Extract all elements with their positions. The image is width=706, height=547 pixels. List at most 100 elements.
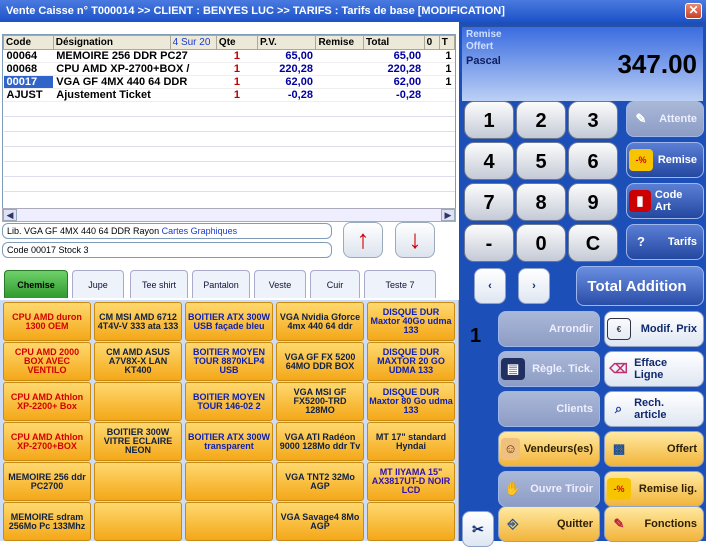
table-cell: 220,28 <box>363 62 425 76</box>
product-button[interactable]: VGA MSI GF FX5200-TRD 128MO <box>276 382 364 421</box>
product-button[interactable] <box>367 502 455 541</box>
rech-article-button[interactable]: ⌕ Rech. article <box>604 391 704 427</box>
tab-cuir[interactable]: Cuir <box>310 270 360 298</box>
arrondir-button[interactable]: Arrondir <box>498 311 600 347</box>
product-button[interactable] <box>94 502 182 541</box>
product-button[interactable]: CPU AMD 2000 BOX AVEC VENTILO <box>3 342 91 381</box>
key-1[interactable]: 1 <box>464 101 514 139</box>
product-button[interactable]: DISQUE DUR Maxtor 40Go udma 133 <box>367 302 455 341</box>
table-cell: 62,00 <box>257 75 316 89</box>
product-button[interactable]: CM MSI AMD 6712 4T4V-V 333 ata 133 <box>94 302 182 341</box>
modif-prix-button[interactable]: € Modif. Prix <box>604 311 704 347</box>
product-button[interactable] <box>185 462 273 501</box>
product-button[interactable]: VGA Savage4 8Mo AGP <box>276 502 364 541</box>
table-row[interactable]: 00017 VGA GF 4MX 440 64 DDR 1 62,00 62,00 1 <box>3 75 455 89</box>
key-2[interactable]: 2 <box>516 101 566 139</box>
fonctions-button[interactable]: ✎ Fonctions <box>604 506 704 542</box>
tools-button[interactable]: ✂ <box>462 511 494 547</box>
product-button[interactable]: DISQUE DUR MAXTOR 20 GO UDMA 133 <box>367 342 455 381</box>
product-button[interactable]: VGA Nvidia Gforce 4mx 440 64 ddr <box>276 302 364 341</box>
product-button[interactable]: MT IIYAMA 15" AX3817UT-D NOIR LCD <box>367 462 455 501</box>
product-button[interactable]: DISQUE DUR Maxtor 80 Go udma 133 <box>367 382 455 421</box>
product-button[interactable]: BOITIER ATX 300W transparent <box>185 422 273 461</box>
key-minus[interactable]: - <box>464 224 514 262</box>
regle-tick-button[interactable]: ▤ Règle. Tick. <box>498 351 600 387</box>
product-button[interactable]: MEMOIRE 256 ddr PC2700 <box>3 462 91 501</box>
grid-header-cell[interactable]: Désignation <box>52 35 171 50</box>
remise-button[interactable]: -% Remise <box>626 142 704 178</box>
product-button[interactable]: VGA TNT2 32Mo AGP <box>276 462 364 501</box>
grid-header-cell[interactable]: T <box>438 35 455 50</box>
product-button[interactable]: CPU AMD Athlon XP-2200+ Box <box>3 382 91 421</box>
table-row[interactable]: AJUST Ajustement Ticket 1 -0,28 -0,28 <box>3 88 455 102</box>
exit-door-icon: ⎆ <box>507 516 519 531</box>
attente-icon: ✎ <box>635 111 647 126</box>
code-stock-text: Code 00017 Stock 3 <box>7 245 89 255</box>
clients-button[interactable]: Clients <box>498 391 600 427</box>
grid-header-cell[interactable]: Qte <box>215 35 259 50</box>
product-button[interactable]: CM AMD ASUS A7V8X-X LAN KT400 <box>94 342 182 381</box>
key-4[interactable]: 4 <box>464 142 514 180</box>
tab-tee-shirt[interactable]: Tee shirt <box>130 270 188 298</box>
key-clear[interactable]: C <box>568 224 618 262</box>
remise-lig-button[interactable]: -% Remise lig. <box>604 471 704 507</box>
code-stock-field: Code 00017 Stock 3 <box>2 242 332 258</box>
arrow-up-button[interactable]: ↑ <box>343 222 383 258</box>
arrow-down-button[interactable]: ↓ <box>395 222 435 258</box>
key-7[interactable]: 7 <box>464 183 514 221</box>
product-button[interactable]: BOITIER 300W VITRE ECLAIRE NEON <box>94 422 182 461</box>
scroll-right-icon[interactable]: ▶ <box>441 209 455 221</box>
key-0[interactable]: 0 <box>516 224 566 262</box>
product-button[interactable]: MT 17" standard Hyndai <box>367 422 455 461</box>
scroll-left-icon[interactable]: ◀ <box>3 209 17 221</box>
total-display: Remise Offert Pascal 347.00 <box>461 26 704 102</box>
grid-header-cell[interactable]: Code <box>3 35 54 50</box>
total-addition-button[interactable]: Total Addition <box>576 266 704 306</box>
product-button[interactable]: BOITIER MOYEN TOUR 146-02 2 <box>185 382 273 421</box>
vendeurs-button[interactable]: ☺ Vendeurs(es) <box>498 431 600 467</box>
product-button[interactable]: BOITIER MOYEN TOUR 8870KLP4 USB <box>185 342 273 381</box>
quitter-button[interactable]: ⎆ Quitter <box>498 506 600 542</box>
tab-pantalon[interactable]: Pantalon <box>192 270 250 298</box>
tab-teste-7[interactable]: Teste 7 <box>364 270 436 298</box>
grid-header-cell[interactable]: Remise <box>315 35 365 50</box>
code-art-button[interactable]: ▮ Code Art <box>626 183 704 219</box>
product-button[interactable]: VGA ATI Radéon 9000 128Mo ddr Tv <box>276 422 364 461</box>
grid-header-cell[interactable]: Total <box>363 35 425 50</box>
grid-header-cell[interactable]: 0 <box>423 35 440 50</box>
table-cell: -0,28 <box>363 88 425 102</box>
product-button[interactable] <box>94 382 182 421</box>
table-cell: VGA GF 4MX 440 64 DDR <box>53 75 217 89</box>
tarifs-button[interactable]: ? Tarifs <box>626 224 704 260</box>
product-button[interactable] <box>94 462 182 501</box>
key-9[interactable]: 9 <box>568 183 618 221</box>
ouvre-tiroir-button[interactable]: ✋ Ouvre Tiroir <box>498 471 600 507</box>
product-button[interactable]: MEMOIRE sdram 256Mo Pc 133Mhz <box>3 502 91 541</box>
attente-button[interactable]: ✎ Attente <box>626 101 704 137</box>
nav-next-button[interactable]: › <box>518 268 550 304</box>
tab-chemise[interactable]: Chemise <box>4 270 68 298</box>
table-row[interactable]: 00064 MEMOIRE 256 DDR PC27 1 65,00 65,00 1 <box>3 49 455 63</box>
key-8[interactable]: 8 <box>516 183 566 221</box>
horizontal-scrollbar[interactable]: ◀ ▶ <box>2 208 456 222</box>
key-6[interactable]: 6 <box>568 142 618 180</box>
product-button[interactable]: CPU AMD Athlon XP-2700+BOX <box>3 422 91 461</box>
table-row[interactable]: 00068 CPU AMD XP-2700+BOX /1 220,28 220,28 1 <box>3 62 455 76</box>
nav-prev-button[interactable]: ‹ <box>474 268 506 304</box>
table-cell: Ajustement Ticket <box>53 88 217 102</box>
product-button[interactable] <box>185 502 273 541</box>
key-5[interactable]: 5 <box>516 142 566 180</box>
grid-header-cell[interactable]: P.V. <box>257 35 317 50</box>
offert-button[interactable]: ▩ Offert <box>604 431 704 467</box>
grid-header-cell[interactable]: 4 Sur 20 <box>169 35 217 50</box>
product-button[interactable]: BOITIER ATX 300W USB façade bleu <box>185 302 273 341</box>
table-cell: 1 <box>216 88 258 102</box>
close-button[interactable]: ✕ <box>685 3 702 19</box>
key-3[interactable]: 3 <box>568 101 618 139</box>
tab-jupe[interactable]: Jupe <box>72 270 124 298</box>
tab-veste[interactable]: Veste <box>254 270 306 298</box>
empty-row <box>3 131 455 147</box>
product-button[interactable]: CPU AMD duron 1300 OEM <box>3 302 91 341</box>
efface-ligne-button[interactable]: ⌫ Efface Ligne <box>604 351 704 387</box>
product-button[interactable]: VGA GF FX 5200 64MO DDR BOX <box>276 342 364 381</box>
